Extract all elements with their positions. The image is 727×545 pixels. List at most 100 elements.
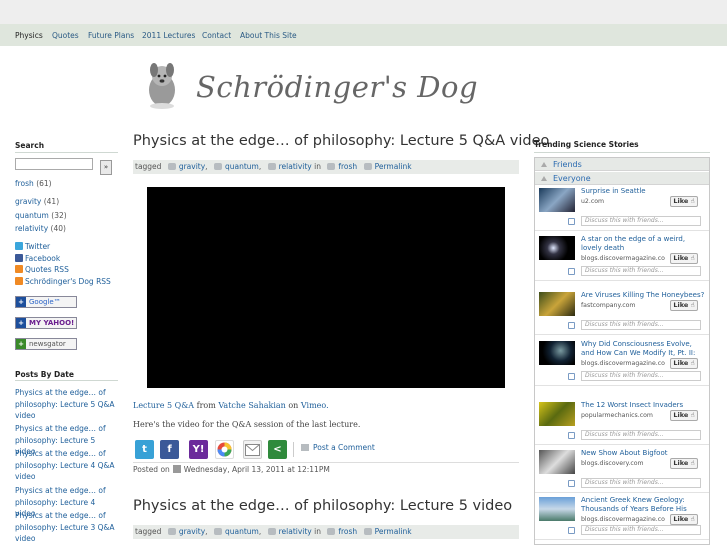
video-player[interactable] bbox=[147, 187, 505, 388]
discuss-checkbox[interactable] bbox=[568, 480, 575, 487]
story-divider bbox=[535, 492, 709, 493]
main-nav: Physics Quotes Future Plans 2011 Lecture… bbox=[0, 24, 727, 46]
permalink[interactable]: Permalink bbox=[375, 162, 412, 171]
add-to-newsgator-button[interactable]: + newsgator bbox=[15, 338, 77, 350]
like-button[interactable]: Like ☝ bbox=[670, 514, 698, 525]
discuss-checkbox[interactable] bbox=[568, 432, 575, 439]
tag-relativity[interactable]: relativity (40) bbox=[15, 224, 66, 233]
tag-icon bbox=[167, 163, 176, 170]
share-icon[interactable]: < bbox=[268, 440, 287, 459]
story-thumbnail[interactable] bbox=[539, 292, 575, 316]
video-link[interactable]: Lecture 5 Q&A bbox=[133, 401, 194, 410]
tag-name: quantum bbox=[15, 211, 49, 220]
tab-friends[interactable]: Friends bbox=[535, 158, 709, 171]
discuss-input[interactable]: Discuss this with friends... bbox=[581, 216, 701, 226]
nav-contact[interactable]: Contact bbox=[202, 31, 231, 40]
add-to-google-button[interactable]: + Google™ bbox=[15, 296, 77, 308]
story-thumbnail[interactable] bbox=[539, 402, 575, 426]
triangle-icon bbox=[541, 176, 547, 181]
post-tag-quantum[interactable]: quantum bbox=[225, 527, 259, 536]
like-label: Like bbox=[673, 197, 689, 205]
story-title[interactable]: A star on the edge of a weird, lovely de… bbox=[581, 235, 707, 253]
discuss-checkbox[interactable] bbox=[568, 322, 575, 329]
yahoo-icon[interactable]: Y! bbox=[189, 440, 208, 459]
story-title[interactable]: Are Viruses Killing The Honeybees? bbox=[581, 291, 707, 300]
like-button[interactable]: Like ☝ bbox=[670, 253, 698, 264]
like-button[interactable]: Like ☝ bbox=[670, 410, 698, 421]
sidebar-post-link[interactable]: Physics at the edge… of philosophy: Lect… bbox=[15, 510, 115, 545]
like-button[interactable]: Like ☝ bbox=[670, 300, 698, 311]
google-icon[interactable] bbox=[215, 440, 234, 459]
story-thumbnail[interactable] bbox=[539, 450, 575, 474]
post-comment-link[interactable]: Post a Comment bbox=[301, 443, 375, 452]
post-tag-gravity[interactable]: gravity bbox=[179, 527, 205, 536]
story-title[interactable]: Why Did Consciousness Evolve, and How Ca… bbox=[581, 340, 707, 358]
rss-icon bbox=[15, 277, 23, 285]
author-link[interactable]: Vatche Sahakian bbox=[218, 401, 285, 410]
like-label: Like bbox=[673, 411, 689, 419]
like-button[interactable]: Like ☝ bbox=[670, 196, 698, 207]
vimeo-link[interactable]: Vimeo. bbox=[301, 401, 329, 410]
link-facebook[interactable]: Facebook bbox=[15, 254, 60, 263]
add-to-my-yahoo-button[interactable]: + MY YAHOO! bbox=[15, 317, 77, 329]
link-quotes-rss[interactable]: Quotes RSS bbox=[15, 265, 69, 274]
nav-about[interactable]: About This Site bbox=[240, 31, 297, 40]
twitter-icon[interactable]: t bbox=[135, 440, 154, 459]
discuss-input[interactable]: Discuss this with friends... bbox=[581, 320, 701, 330]
discuss-checkbox[interactable] bbox=[568, 218, 575, 225]
in-label: in bbox=[314, 527, 321, 536]
tag-name: relativity bbox=[15, 224, 49, 233]
post-tag-relativity[interactable]: relativity bbox=[279, 162, 312, 171]
nav-physics[interactable]: Physics bbox=[15, 31, 43, 40]
post-title[interactable]: Physics at the edge… of philosophy: Lect… bbox=[133, 498, 512, 514]
story-thumbnail[interactable] bbox=[539, 341, 575, 365]
tag-quantum[interactable]: quantum (32) bbox=[15, 211, 67, 220]
facebook-icon[interactable]: f bbox=[160, 440, 179, 459]
post-category[interactable]: frosh bbox=[338, 527, 357, 536]
story-title[interactable]: Surprise in Seattle bbox=[581, 187, 707, 196]
link-twitter[interactable]: Twitter bbox=[15, 242, 50, 251]
tag-frosh[interactable]: frosh (61) bbox=[15, 179, 52, 188]
discuss-input[interactable]: Discuss this with friends... bbox=[581, 266, 701, 276]
search-button[interactable]: » bbox=[100, 160, 112, 175]
discuss-checkbox[interactable] bbox=[568, 268, 575, 275]
discuss-input[interactable]: Discuss this with friends... bbox=[581, 478, 701, 488]
story-divider bbox=[535, 334, 709, 335]
story-title[interactable]: Ancient Greek Knew Geology: Thousands of… bbox=[581, 496, 707, 514]
discuss-input[interactable]: Discuss this with friends... bbox=[581, 525, 701, 535]
permalink[interactable]: Permalink bbox=[375, 527, 412, 536]
post-tag-relativity[interactable]: relativity bbox=[279, 527, 312, 536]
sidebar-post-link[interactable]: Physics at the edge… of philosophy: Lect… bbox=[15, 448, 115, 483]
like-label: Like bbox=[673, 459, 689, 467]
post-category[interactable]: frosh bbox=[338, 162, 357, 171]
post-title[interactable]: Physics at the edge… of philosophy: Lect… bbox=[133, 133, 549, 149]
facebook-icon bbox=[15, 254, 23, 262]
story-title[interactable]: The 12 Worst Insect Invaders bbox=[581, 401, 707, 410]
link-site-rss[interactable]: Schrödinger's Dog RSS bbox=[15, 277, 111, 286]
story-thumbnail[interactable] bbox=[539, 236, 575, 260]
discuss-input[interactable]: Discuss this with friends... bbox=[581, 430, 701, 440]
like-button[interactable]: Like ☝ bbox=[670, 458, 698, 469]
nav-future-plans[interactable]: Future Plans bbox=[88, 31, 134, 40]
google-icon bbox=[217, 442, 232, 457]
link-label: Schrödinger's Dog RSS bbox=[25, 277, 111, 286]
discuss-checkbox[interactable] bbox=[568, 373, 575, 380]
story-thumbnail[interactable] bbox=[539, 188, 575, 212]
story-thumbnail[interactable] bbox=[539, 497, 575, 521]
trending-heading: Trending Science Stories bbox=[534, 140, 639, 149]
discuss-input[interactable]: Discuss this with friends... bbox=[581, 371, 701, 381]
like-button[interactable]: Like ☝ bbox=[670, 358, 698, 369]
tab-everyone[interactable]: Everyone bbox=[535, 172, 709, 185]
discuss-checkbox[interactable] bbox=[568, 527, 575, 534]
email-icon[interactable] bbox=[243, 440, 262, 459]
story-title[interactable]: New Show About Bigfoot bbox=[581, 449, 707, 458]
tag-gravity[interactable]: gravity (41) bbox=[15, 197, 59, 206]
search-input[interactable] bbox=[15, 158, 93, 170]
nav-quotes[interactable]: Quotes bbox=[52, 31, 79, 40]
post-tag-quantum[interactable]: quantum bbox=[225, 162, 259, 171]
sidebar-post-link[interactable]: Physics at the edge… of philosophy: Lect… bbox=[15, 387, 115, 422]
tag-count: (61) bbox=[36, 179, 52, 188]
nav-2011-lectures[interactable]: 2011 Lectures bbox=[142, 31, 195, 40]
site-logo[interactable]: Schrödinger's Dog bbox=[140, 58, 520, 112]
post-tag-gravity[interactable]: gravity bbox=[179, 162, 205, 171]
